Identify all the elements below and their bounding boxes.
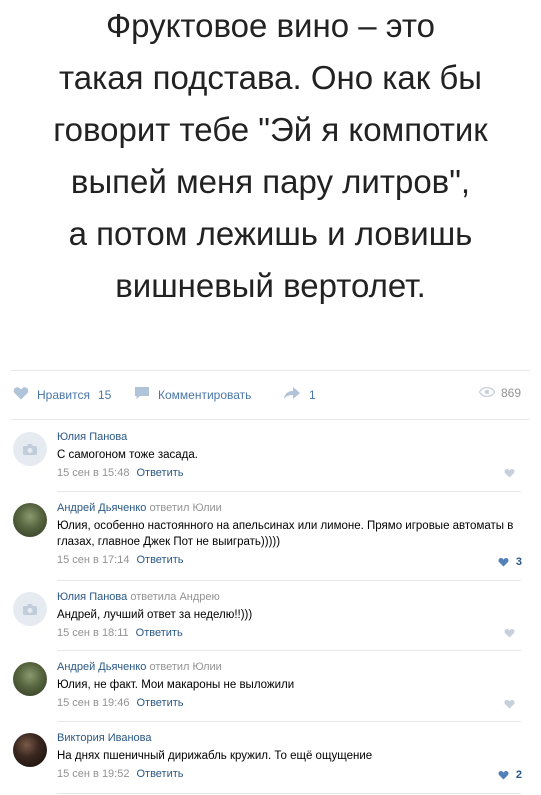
- comment-like-button[interactable]: [504, 699, 522, 709]
- comment-author[interactable]: Андрей Дьяченко: [57, 502, 146, 514]
- comment-author[interactable]: Юлия Панова: [57, 591, 127, 603]
- avatar[interactable]: [13, 503, 47, 537]
- reply-button[interactable]: Ответить: [136, 554, 183, 566]
- reply-button[interactable]: Ответить: [136, 627, 183, 639]
- divider: [57, 793, 521, 794]
- views-count: 869: [500, 386, 521, 400]
- comment-text: На днях пшеничный дирижабль кружил. То е…: [57, 750, 373, 762]
- comment-icon: [134, 386, 150, 403]
- comment-date[interactable]: 15 сен в 15:48: [57, 467, 129, 479]
- reply-button[interactable]: Ответить: [136, 768, 183, 780]
- eye-icon: [478, 386, 496, 400]
- divider: [57, 580, 521, 581]
- comment: Юлия Панова С самогоном тоже засада. 15 …: [0, 430, 541, 488]
- reply-button[interactable]: Ответить: [136, 467, 183, 479]
- avatar[interactable]: [13, 733, 47, 767]
- comment-author[interactable]: Виктория Иванова: [57, 732, 152, 744]
- reply-button[interactable]: Ответить: [136, 697, 183, 709]
- views-counter: 869: [478, 386, 521, 400]
- divider: [57, 491, 521, 492]
- comment: Юлия Панова ответила Андрею Андрей, лучш…: [0, 590, 541, 648]
- divider: [11, 370, 530, 371]
- comment-text: Андрей, лучший ответ за неделю!!))): [57, 609, 253, 621]
- like-button[interactable]: Нравится 15: [13, 386, 111, 403]
- divider: [57, 650, 521, 651]
- comment: Виктория Иванова На днях пшеничный дириж…: [0, 731, 541, 789]
- share-icon: [283, 386, 301, 403]
- comment-date[interactable]: 15 сен в 19:46: [57, 697, 129, 709]
- like-label: Нравится: [37, 387, 90, 402]
- post-text-line: говорит тебе "Эй я компотик: [53, 111, 488, 148]
- comment-button[interactable]: Комментировать: [134, 386, 251, 403]
- comment-reply-to: ответила Андрею: [130, 591, 220, 603]
- comment-author[interactable]: Андрей Дьяченко: [57, 661, 146, 673]
- comment-reply-to: ответил Юлии: [149, 661, 222, 673]
- like-count: 15: [97, 387, 112, 402]
- comment-like-button[interactable]: [504, 468, 522, 478]
- comment-like-button[interactable]: [504, 628, 522, 638]
- heart-icon: [504, 700, 515, 709]
- camera-icon: [23, 603, 37, 615]
- comment-like-button[interactable]: 3: [498, 556, 522, 568]
- comment-date[interactable]: 15 сен в 17:14: [57, 554, 129, 566]
- camera-icon: [23, 443, 37, 455]
- comment-like-count: 2: [515, 769, 522, 781]
- avatar[interactable]: [13, 432, 47, 466]
- avatar[interactable]: [13, 662, 47, 696]
- post-text-line: вишневый вертолет.: [115, 267, 426, 304]
- comment-like-button[interactable]: 2: [498, 769, 522, 781]
- comment-label: Комментировать: [158, 387, 252, 402]
- divider: [57, 721, 521, 722]
- share-button[interactable]: 1: [283, 386, 316, 403]
- comment-text: Юлия, не факт. Мои макароны не выложили: [57, 679, 295, 691]
- avatar[interactable]: [13, 592, 47, 626]
- comment-text: С самогоном тоже засада.: [57, 449, 198, 461]
- divider: [11, 419, 530, 420]
- comment-text: Юлия, особенно настоянного на апельсинах…: [57, 520, 514, 548]
- comment-date[interactable]: 15 сен в 19:52: [57, 768, 129, 780]
- heart-icon: [13, 386, 29, 403]
- comment-reply-to: ответил Юлии: [149, 502, 222, 514]
- heart-icon: [498, 771, 509, 780]
- comment-like-count: 3: [515, 556, 522, 568]
- comment: Андрей Дьяченко ответил Юлии Юлия, особе…: [0, 501, 541, 576]
- post-text-line: а потом лежишь и ловишь: [68, 215, 473, 252]
- heart-icon: [504, 469, 515, 478]
- post-text-line: Фруктовое вино – это: [106, 7, 435, 44]
- heart-icon: [498, 558, 509, 567]
- share-count: 1: [309, 387, 316, 402]
- comment-date[interactable]: 15 сен в 18:11: [57, 627, 129, 639]
- post-text-line: такая подстава. Оно как бы: [58, 59, 482, 96]
- comment: Андрей Дьяченко ответил Юлии Юлия, не фа…: [0, 660, 541, 718]
- comment-author[interactable]: Юлия Панова: [57, 431, 127, 443]
- post-text: Фруктовое вино – это такая подстава. Оно…: [0, 0, 541, 312]
- post-text-line: выпей меня пару литров",: [70, 163, 471, 200]
- post-actions: Нравится 15 Комментировать 1 869: [0, 372, 541, 418]
- heart-icon: [504, 629, 515, 638]
